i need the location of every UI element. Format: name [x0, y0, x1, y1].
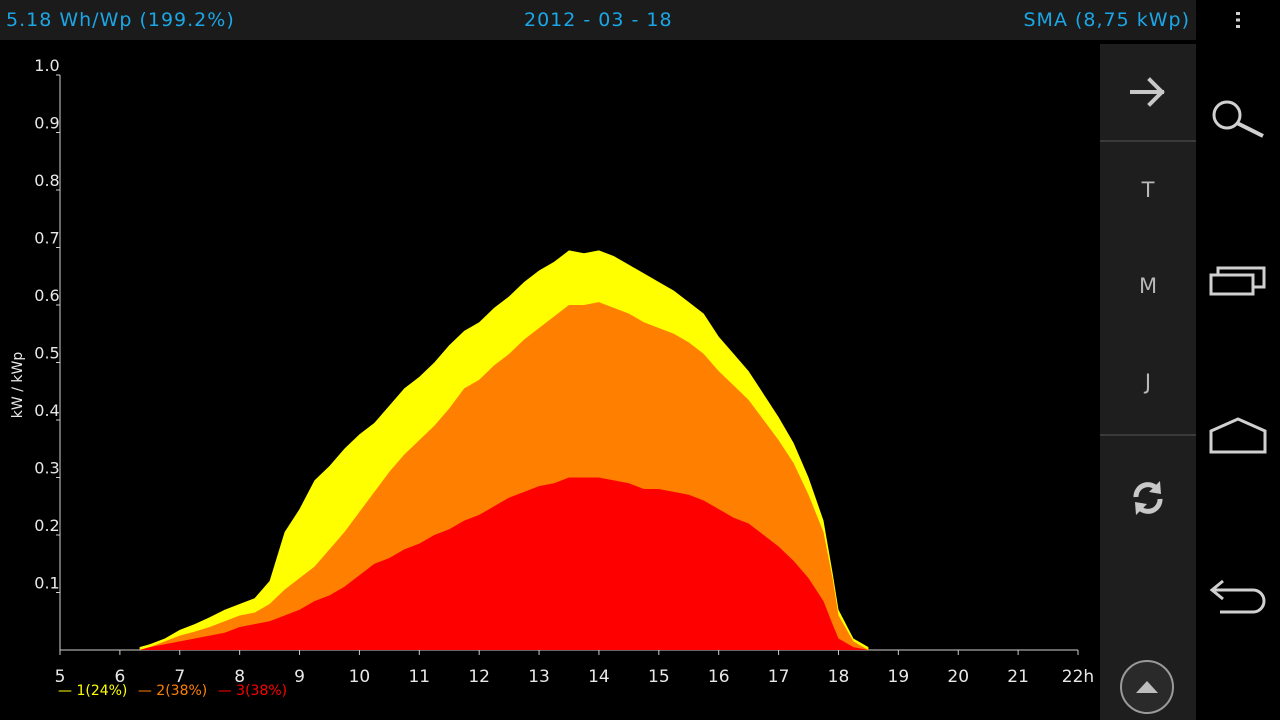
x-tick-label: 14 — [588, 667, 610, 687]
legend-entry-2: — 2(38%) — [137, 683, 208, 699]
legend-entry-1: — 1(24%) — [58, 683, 128, 699]
refresh-button[interactable] — [1100, 436, 1196, 560]
x-tick-label: 11 — [408, 667, 430, 687]
x-tick-label: 13 — [528, 667, 550, 687]
day-button[interactable]: T — [1100, 142, 1196, 238]
x-tick-label: 17 — [768, 667, 790, 687]
app-window: 5.18 Wh/Wp (199.2%) 2012 - 03 - 18 SMA (… — [0, 0, 1196, 720]
x-tick-label: 19 — [888, 667, 910, 687]
chart-series — [139, 250, 869, 650]
x-tick-label: 18 — [828, 667, 850, 687]
system-name[interactable]: SMA (8,75 kWp) — [1023, 9, 1190, 31]
x-tick-label: 12 — [468, 667, 490, 687]
legend-entry-3: — 3(38%) — [217, 683, 288, 699]
y-tick-label: 0.3 — [34, 459, 59, 478]
x-tick-label: 10 — [349, 667, 371, 687]
y-tick-label: 0.6 — [34, 286, 59, 305]
recent-apps-button[interactable] — [1196, 240, 1280, 320]
y-tick-label: 1.0 — [34, 56, 59, 75]
header-bar: 5.18 Wh/Wp (199.2%) 2012 - 03 - 18 SMA (… — [0, 0, 1196, 40]
x-tick-label: 15 — [648, 667, 670, 687]
system-nav-bar — [1196, 0, 1280, 720]
search-button[interactable] — [1196, 80, 1280, 160]
date-title[interactable]: 2012 - 03 - 18 — [524, 9, 673, 31]
yield-summary: 5.18 Wh/Wp (199.2%) — [6, 9, 235, 31]
overflow-menu-icon — [1236, 12, 1240, 28]
arrow-right-icon — [1130, 77, 1165, 107]
power-chart: 5 6 7 8 9 10 11 12 13 14 15 16 17 18 19 20 21 22h0.10.20.… — [10, 56, 1094, 687]
y-axis-label: kW / kWp — [10, 352, 26, 419]
back-button[interactable] — [1196, 556, 1280, 636]
y-tick-label: 0.8 — [34, 171, 59, 190]
year-button[interactable]: J — [1100, 334, 1196, 430]
home-button[interactable] — [1196, 396, 1280, 476]
chart-legend: — 1(24%) — 2(38%) — 3(38%) — [58, 683, 293, 699]
recent-apps-icon — [1209, 266, 1266, 296]
x-tick-label: 16 — [708, 667, 730, 687]
x-tick-label: 21 — [1007, 667, 1029, 687]
y-tick-label: 0.5 — [34, 344, 59, 363]
y-tick-label: 0.7 — [34, 229, 59, 248]
x-tick-label: 20 — [947, 667, 969, 687]
y-tick-label: 0.1 — [34, 574, 59, 593]
y-tick-label: 0.9 — [34, 114, 59, 133]
back-icon — [1209, 579, 1266, 614]
search-icon — [1212, 100, 1264, 138]
period-toolbar: T M J — [1100, 44, 1196, 720]
home-icon — [1209, 417, 1267, 454]
month-button[interactable]: M — [1100, 238, 1196, 334]
refresh-icon — [1133, 481, 1163, 515]
overflow-menu-button[interactable] — [1196, 0, 1280, 40]
y-tick-label: 0.4 — [34, 401, 59, 420]
x-tick-label: 22h — [1062, 667, 1094, 687]
collapse-button[interactable] — [1120, 660, 1174, 714]
next-button[interactable] — [1100, 44, 1196, 140]
triangle-up-icon — [1136, 681, 1158, 693]
x-tick-label: 9 — [294, 667, 305, 687]
y-tick-label: 0.2 — [34, 516, 59, 535]
